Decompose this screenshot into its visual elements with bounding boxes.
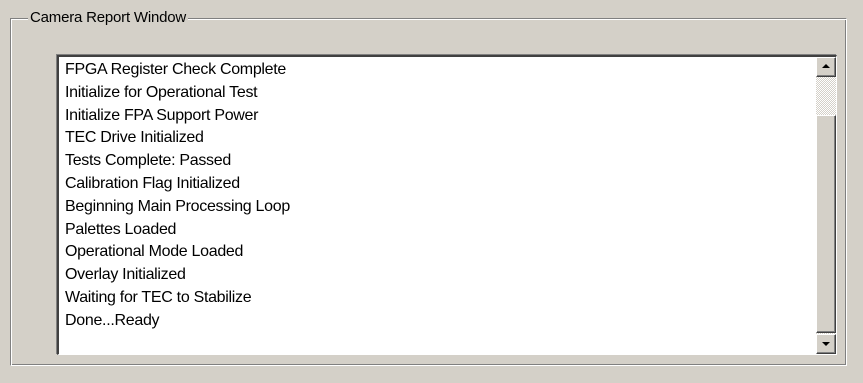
list-item[interactable]: Operational Mode Loaded	[65, 241, 290, 264]
scroll-up-button[interactable]	[816, 57, 836, 77]
groupbox-title: Camera Report Window	[28, 8, 189, 28]
list-item[interactable]: Tests Complete: Passed	[65, 150, 290, 173]
list-item[interactable]: Calibration Flag Initialized	[65, 173, 290, 196]
list-item[interactable]: Initialize FPA Support Power	[65, 105, 290, 128]
list-item[interactable]: FPGA Register Check Complete	[65, 59, 290, 82]
vertical-scrollbar[interactable]	[816, 57, 836, 354]
list-item[interactable]: Done...Ready	[65, 310, 290, 333]
arrow-down-icon	[822, 342, 830, 346]
arrow-up-icon	[822, 64, 830, 68]
list-item[interactable]: Initialize for Operational Test	[65, 82, 290, 105]
list-item[interactable]: Palettes Loaded	[65, 219, 290, 242]
list-item[interactable]: Overlay Initialized	[65, 264, 290, 287]
camera-report-listbox[interactable]: FPGA Register Check Complete Initialize …	[57, 55, 837, 355]
report-list: FPGA Register Check Complete Initialize …	[65, 59, 290, 333]
scroll-down-button[interactable]	[816, 334, 836, 354]
scrollbar-thumb[interactable]	[816, 115, 836, 333]
list-item[interactable]: Waiting for TEC to Stabilize	[65, 287, 290, 310]
list-item[interactable]: TEC Drive Initialized	[65, 127, 290, 150]
list-item[interactable]: Beginning Main Processing Loop	[65, 196, 290, 219]
